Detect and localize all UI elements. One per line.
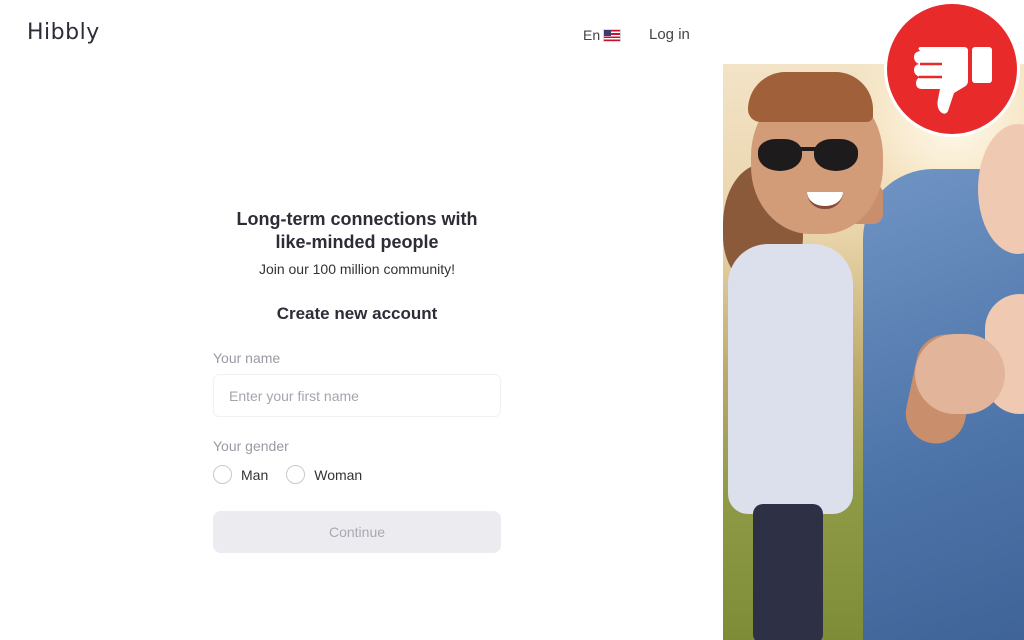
first-name-input[interactable] [213,374,501,417]
radio-man[interactable] [213,465,232,484]
login-link[interactable]: Log in [649,26,690,43]
background-person-legs [753,504,823,640]
gender-label: Your gender [213,438,289,454]
name-label: Your name [213,350,281,366]
radio-woman[interactable] [286,465,306,484]
thumbs-down-icon [914,47,992,114]
man-hair [748,72,873,122]
headline-line-1: Long-term connections with [236,209,478,229]
language-selector[interactable]: En [583,27,622,43]
logo[interactable]: Hibbly [27,20,100,45]
us-flag-icon [603,28,622,42]
language-label: En [583,27,601,43]
thumbs-down-badge [887,4,1017,134]
signup-form: Long-term connections with like-minded p… [213,208,501,553]
background-person [728,244,853,514]
headline: Long-term connections with like-minded p… [193,208,521,254]
subheadline: Join our 100 million community! [258,261,456,277]
gender-option-woman[interactable]: Woman [286,465,362,484]
continue-button[interactable]: Continue [213,511,501,553]
sunglasses [758,139,868,173]
signup-page: Hibbly En Log in Long-term connections w… [0,0,1024,640]
radio-woman-label: Woman [314,466,363,483]
form-title: Create new account [276,304,438,323]
holding-hands [915,334,1005,414]
radio-man-label: Man [241,466,269,483]
right-lens [814,139,858,171]
hero-photo [723,64,1024,640]
left-lens [758,139,802,171]
gender-option-man[interactable]: Man [213,465,268,484]
gender-radio-group: Man Woman [213,465,501,484]
headline-line-2: like-minded people [275,232,439,252]
